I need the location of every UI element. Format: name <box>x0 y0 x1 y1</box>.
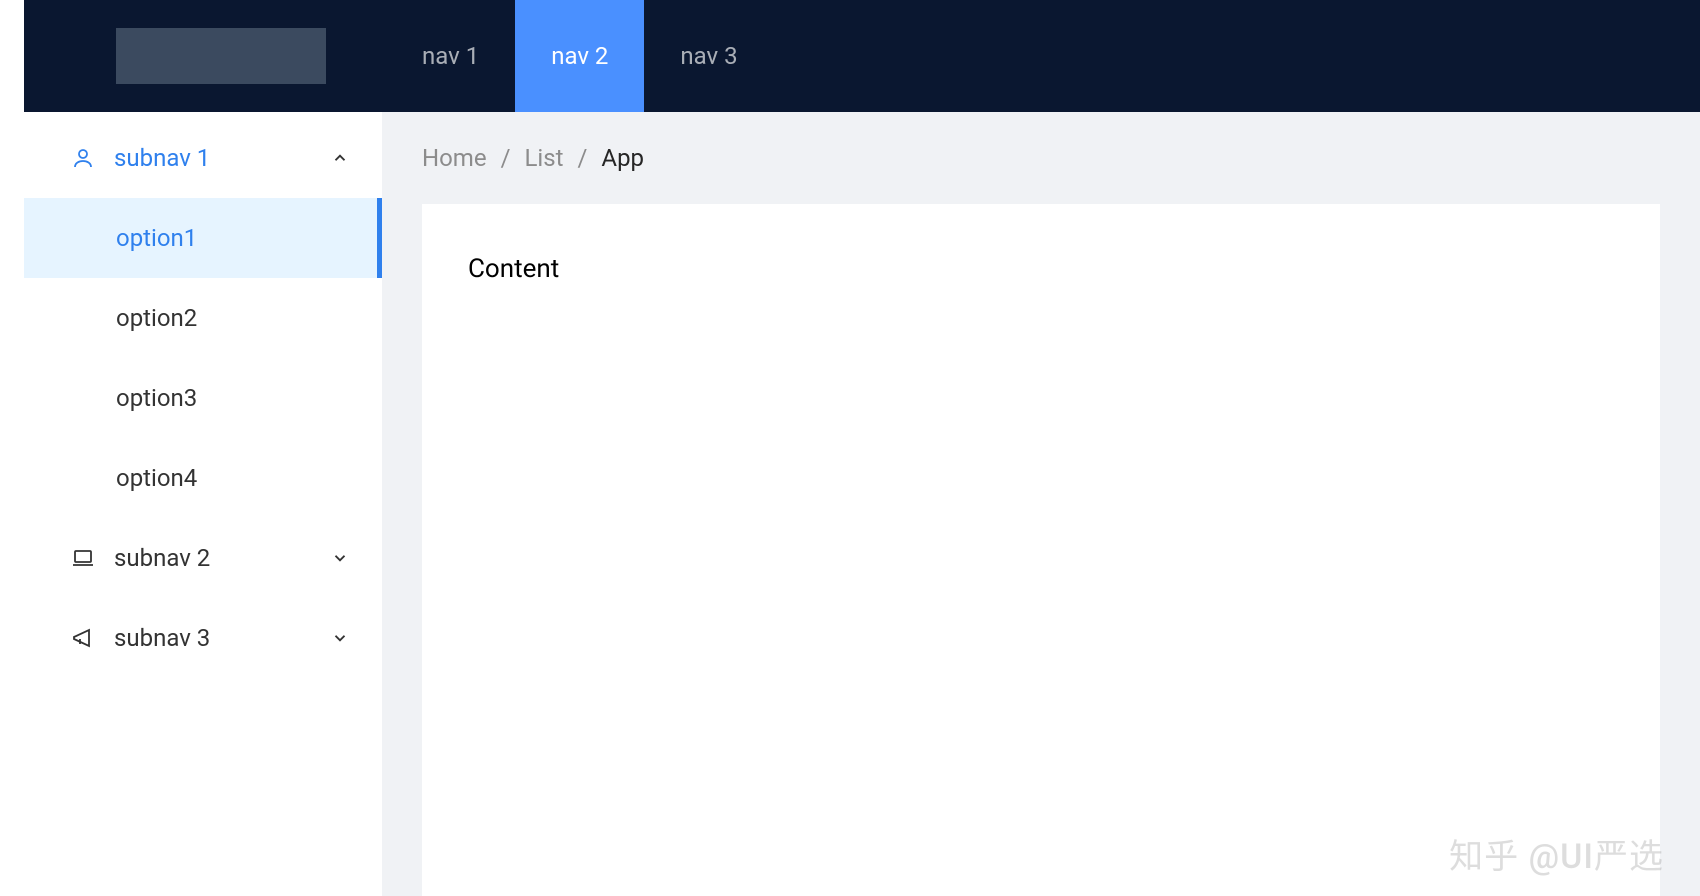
subnav-label: subnav 3 <box>114 624 330 652</box>
breadcrumb-item-home[interactable]: Home <box>422 144 487 172</box>
subnav-1[interactable]: subnav 1 <box>24 118 382 198</box>
sidebar-option-3[interactable]: option3 <box>24 358 382 438</box>
laptop-icon <box>70 545 96 571</box>
nav-item-3[interactable]: nav 3 <box>644 0 773 112</box>
chevron-down-icon <box>330 629 350 647</box>
nav-item-2[interactable]: nav 2 <box>515 0 644 112</box>
main-layout: subnav 1 option1 option2 option3 option4… <box>24 112 1700 896</box>
notification-icon <box>70 625 96 651</box>
user-icon <box>70 145 96 171</box>
breadcrumb-item-app: App <box>601 144 644 172</box>
chevron-down-icon <box>330 549 350 567</box>
sidebar-option-4[interactable]: option4 <box>24 438 382 518</box>
content-body: Content <box>468 254 559 284</box>
subnav-label: subnav 1 <box>114 144 330 172</box>
breadcrumb-item-list[interactable]: List <box>525 144 564 172</box>
sidebar: subnav 1 option1 option2 option3 option4… <box>24 112 382 896</box>
top-header: nav 1 nav 2 nav 3 <box>24 0 1700 112</box>
breadcrumb: Home / List / App <box>422 112 1660 204</box>
content-card: Content <box>422 204 1660 896</box>
logo-placeholder <box>116 28 326 84</box>
subnav-label: subnav 2 <box>114 544 330 572</box>
subnav-2[interactable]: subnav 2 <box>24 518 382 598</box>
nav-item-1[interactable]: nav 1 <box>386 0 515 112</box>
breadcrumb-separator: / <box>501 144 511 172</box>
sidebar-option-2[interactable]: option2 <box>24 278 382 358</box>
subnav-3[interactable]: subnav 3 <box>24 598 382 678</box>
breadcrumb-separator: / <box>578 144 588 172</box>
sidebar-option-1[interactable]: option1 <box>24 198 382 278</box>
content-area: Home / List / App Content <box>382 112 1700 896</box>
chevron-up-icon <box>330 149 350 167</box>
